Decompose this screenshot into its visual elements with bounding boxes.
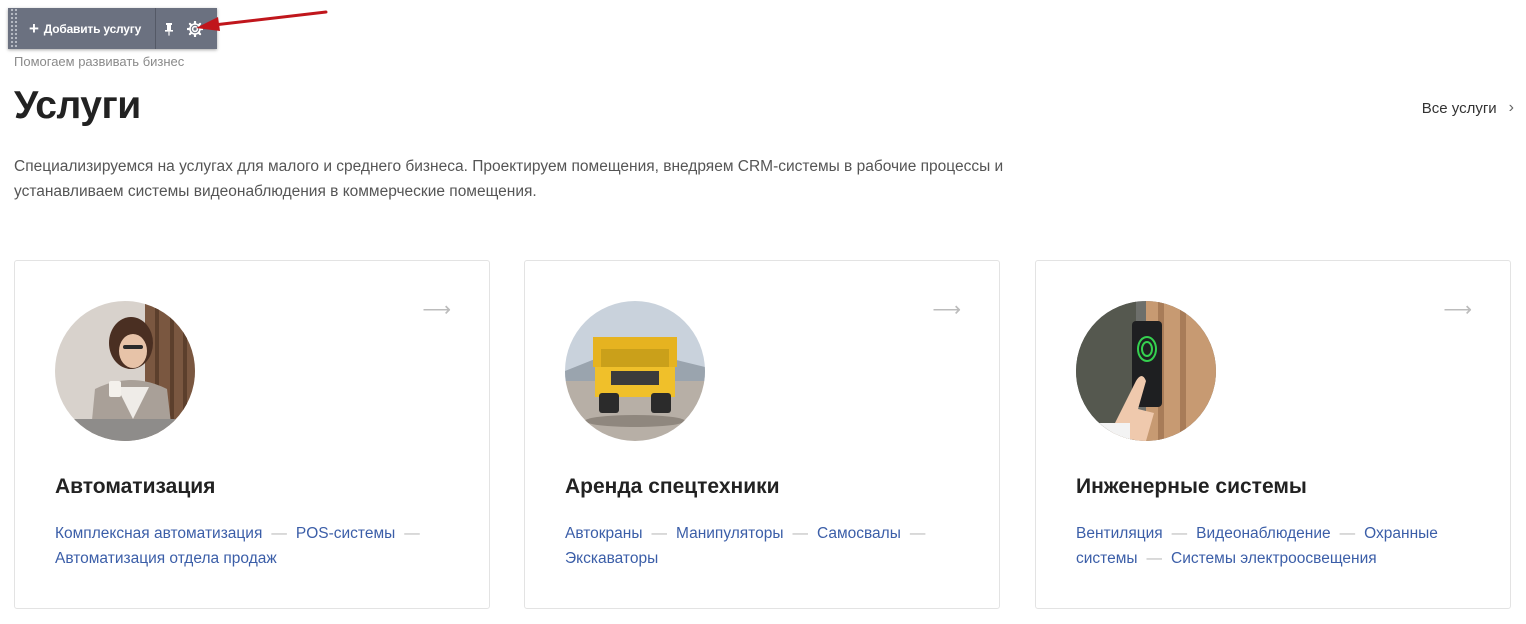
separator-dash: —: [271, 525, 287, 542]
card-title: Инженерные системы: [1076, 475, 1307, 498]
card-title: Аренда спецтехники: [565, 475, 780, 498]
all-services-link[interactable]: Все услуги ›: [1422, 99, 1514, 117]
separator-dash: —: [792, 525, 808, 542]
card-links: Автокраны — Манипуляторы — Самосвалы — Экскав…: [565, 521, 975, 571]
separator-dash: —: [1339, 525, 1356, 542]
service-link[interactable]: Видеонаблюдение: [1196, 525, 1330, 542]
service-link[interactable]: Комплексная автоматизация: [55, 525, 262, 542]
all-services-label: Все услуги: [1421, 99, 1497, 117]
separator-dash: —: [404, 525, 420, 542]
arrow-right-icon[interactable]: ⟶: [932, 297, 961, 322]
separator-dash: —: [909, 525, 926, 542]
service-card-engineering[interactable]: ⟶ Инженерные системы Вентиляция — Видеонаб…: [1035, 260, 1511, 609]
pin-button[interactable]: [156, 8, 182, 49]
separator-dash: —: [1146, 550, 1163, 567]
card-links: Вентиляция — Видеонаблюдение — Охранные сист…: [1076, 521, 1486, 571]
admin-toolbar: + Добавить услугу: [8, 8, 217, 49]
plus-icon: +: [29, 19, 39, 38]
separator-dash: —: [1171, 525, 1188, 542]
fingerprint-scanner-photo: [1076, 301, 1216, 441]
arrow-right-icon[interactable]: ⟶: [422, 297, 451, 322]
service-link[interactable]: Автокраны: [565, 525, 643, 542]
card-links: Комплексная автоматизация — POS-системы — А…: [55, 521, 465, 571]
service-link[interactable]: Системы электроосвещения: [1171, 550, 1377, 567]
section-description: Специализируемся на услугах для малого и…: [14, 158, 1004, 200]
arrow-right-icon[interactable]: ⟶: [1443, 297, 1472, 322]
red-annotation-arrow: [196, 10, 328, 31]
service-card-equipment-rental[interactable]: ⟶ Аренда спецтехники Автокраны — Манипулят…: [524, 260, 1000, 609]
service-card-automation[interactable]: ⟶ Автоматизация Комплексная автоматизаци…: [14, 260, 490, 609]
service-link[interactable]: Экскаваторы: [565, 550, 658, 567]
pin-icon: [165, 22, 174, 36]
service-link[interactable]: Автоматизация отдела продаж: [55, 550, 277, 567]
woman-with-coffee-photo: [55, 301, 195, 441]
service-link[interactable]: Вентиляция: [1076, 525, 1163, 542]
yellow-dump-truck-photo: [565, 301, 705, 441]
add-service-button[interactable]: + Добавить услугу: [17, 8, 155, 49]
service-link[interactable]: POS-системы: [296, 525, 395, 542]
section-subtitle: Помогаем развивать бизнес: [14, 54, 185, 69]
service-link[interactable]: Самосвалы: [817, 525, 901, 542]
add-service-label: Добавить услугу: [43, 21, 142, 36]
page-title: Услуги: [14, 84, 141, 127]
card-title: Автоматизация: [55, 475, 216, 498]
service-link[interactable]: Манипуляторы: [676, 525, 783, 542]
separator-dash: —: [651, 525, 668, 542]
chevron-right-icon: ›: [1508, 99, 1514, 116]
drag-handle[interactable]: [10, 8, 17, 49]
